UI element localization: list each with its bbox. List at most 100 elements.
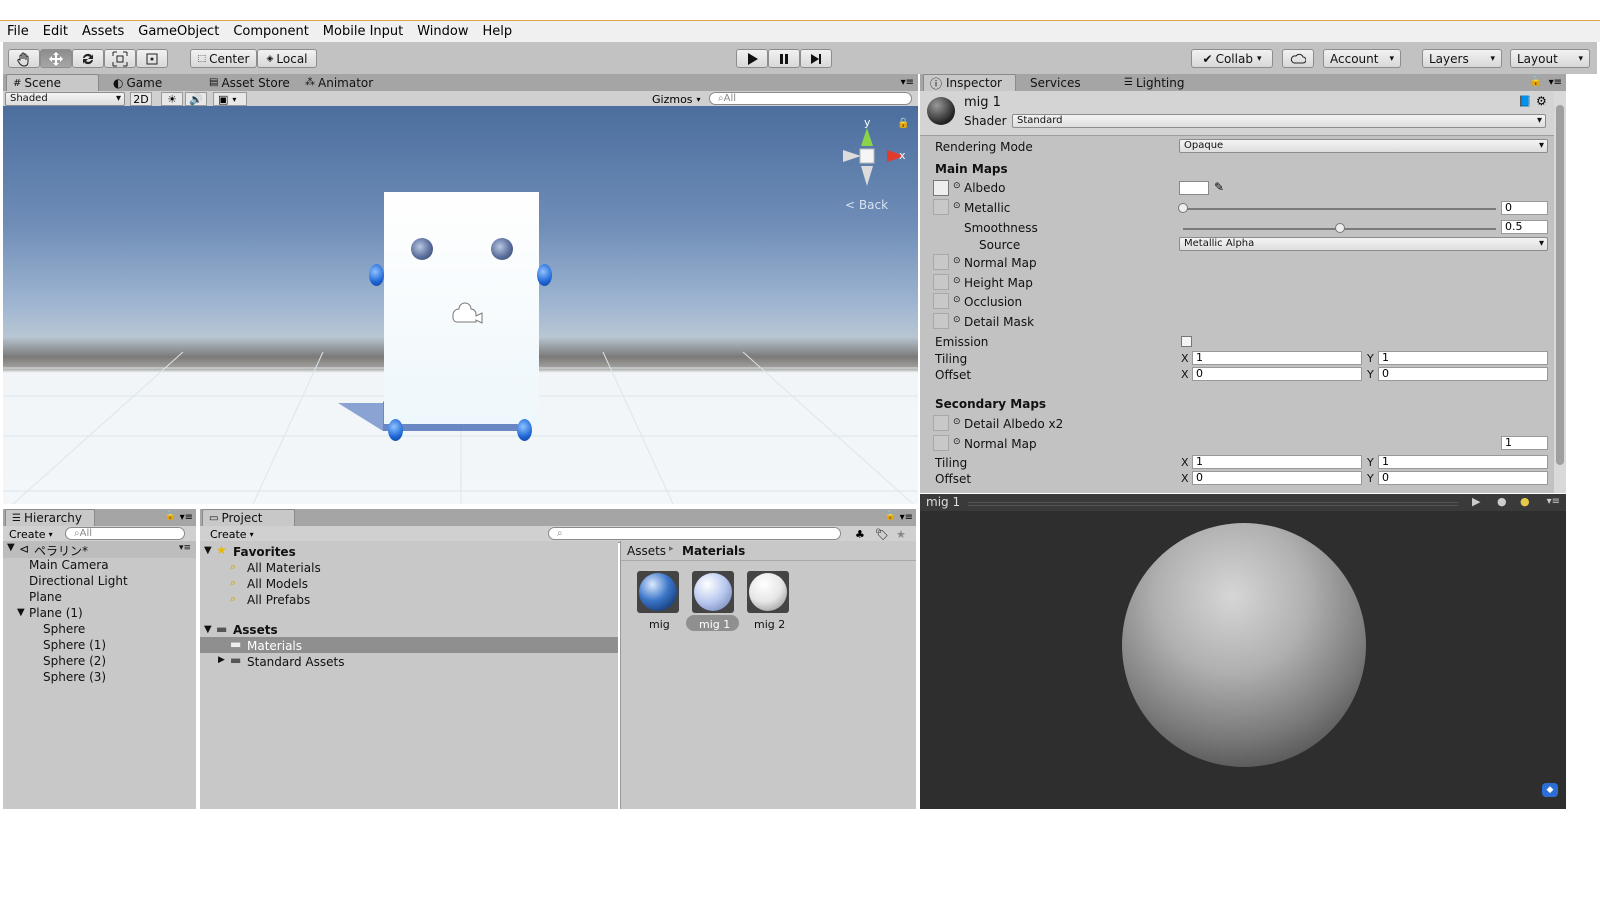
- tab-asset-store[interactable]: ▤ Asset Store: [203, 74, 298, 91]
- menu-assets[interactable]: Assets: [75, 24, 131, 39]
- pause-button[interactable]: [768, 49, 800, 68]
- material-asset-mig[interactable]: [637, 571, 679, 613]
- hierarchy-search-input[interactable]: ⌕All: [65, 527, 185, 540]
- hierarchy-item[interactable]: Sphere (2): [43, 654, 106, 668]
- menu-mobile-input[interactable]: Mobile Input: [316, 24, 410, 39]
- assets-folder-label[interactable]: Assets: [233, 623, 278, 637]
- expand-arrow-icon[interactable]: ▼: [204, 624, 212, 635]
- tab-hierarchy[interactable]: ☰ Hierarchy: [5, 509, 95, 526]
- lock-icon[interactable]: 🔒: [165, 511, 176, 521]
- panel-menu-icon[interactable]: ▾≡: [180, 512, 193, 523]
- audio-toggle[interactable]: 🔊: [185, 92, 207, 106]
- secondary-offset-y-field[interactable]: 0: [1378, 471, 1548, 485]
- tag-icon[interactable]: ◆: [1542, 783, 1558, 797]
- panel-menu-icon[interactable]: ▾≡: [900, 512, 913, 523]
- expand-arrow-icon[interactable]: ▼: [204, 545, 212, 556]
- folder-label[interactable]: Standard Assets: [247, 655, 344, 669]
- gear-icon[interactable]: ⚙: [1536, 94, 1547, 108]
- tab-scene[interactable]: # Scene: [6, 74, 99, 91]
- metallic-slider-track[interactable]: [1183, 208, 1496, 210]
- pivot-local-button[interactable]: ◈ Local: [257, 49, 317, 68]
- material-asset-mig-1[interactable]: [692, 571, 734, 613]
- material-preview[interactable]: ◆: [920, 511, 1566, 809]
- secondary-offset-x-field[interactable]: 0: [1192, 471, 1362, 485]
- menu-help[interactable]: Help: [476, 24, 520, 39]
- metallic-texture-slot[interactable]: [933, 199, 949, 215]
- rendering-mode-dropdown[interactable]: Opaque: [1179, 139, 1548, 153]
- favorite-item[interactable]: All Materials: [247, 561, 321, 575]
- favorite-item[interactable]: All Models: [247, 577, 308, 591]
- hierarchy-item[interactable]: Plane: [29, 590, 62, 604]
- eyedropper-icon[interactable]: ✎: [1214, 180, 1224, 194]
- lock-icon[interactable]: 🔒: [885, 511, 896, 521]
- preview-sphere-icon[interactable]: ●: [1497, 495, 1507, 508]
- cloud-button[interactable]: [1282, 49, 1314, 68]
- target-icon[interactable]: ⊙: [953, 315, 961, 325]
- project-search-input[interactable]: ⌕: [548, 527, 841, 540]
- panel-menu-icon[interactable]: ▾≡: [1549, 77, 1562, 88]
- effects-dropdown[interactable]: ▣ ▾: [213, 92, 247, 106]
- target-icon[interactable]: ⊙: [953, 201, 961, 211]
- detail-albedo-slot[interactable]: [933, 415, 949, 431]
- rect-tool-button[interactable]: [136, 49, 168, 68]
- gizmos-dropdown[interactable]: Gizmos ▾: [648, 92, 703, 106]
- layout-dropdown[interactable]: Layout ▾: [1510, 49, 1590, 68]
- tab-services[interactable]: Services: [1024, 74, 1114, 91]
- account-dropdown[interactable]: Account ▾: [1323, 49, 1401, 68]
- main-offset-y-field[interactable]: 0: [1378, 367, 1548, 381]
- shader-dropdown[interactable]: Standard: [1012, 114, 1546, 128]
- sphere-blue[interactable]: [517, 419, 532, 441]
- material-asset-mig-2[interactable]: [747, 571, 789, 613]
- play-button[interactable]: [736, 49, 768, 68]
- eye-sphere-left[interactable]: [411, 238, 433, 260]
- metallic-value-field[interactable]: 0: [1501, 201, 1548, 215]
- menu-file[interactable]: File: [0, 24, 36, 39]
- pivot-center-button[interactable]: ⬚ Center: [190, 49, 257, 68]
- secondary-tiling-y-field[interactable]: 1: [1378, 455, 1548, 469]
- collab-dropdown[interactable]: ✔ Collab ▾: [1191, 49, 1273, 68]
- target-icon[interactable]: ⊙: [953, 417, 961, 427]
- height-map-slot[interactable]: [933, 274, 949, 290]
- 2d-toggle[interactable]: 2D: [130, 92, 152, 106]
- lock-icon[interactable]: 🔒: [897, 118, 909, 129]
- hand-tool-button[interactable]: [8, 49, 40, 68]
- hierarchy-item[interactable]: Main Camera: [29, 558, 109, 572]
- filter-by-type-icon[interactable]: ♣: [851, 527, 867, 541]
- lock-icon[interactable]: 🔒: [1530, 76, 1542, 87]
- tab-project[interactable]: ▭ Project: [202, 509, 295, 526]
- inspector-scrollbar[interactable]: [1554, 91, 1566, 493]
- lighting-toggle[interactable]: ☀: [161, 92, 183, 106]
- hierarchy-item[interactable]: Sphere: [43, 622, 85, 636]
- main-tiling-y-field[interactable]: 1: [1378, 351, 1548, 365]
- expand-arrow-icon[interactable]: ▼: [7, 542, 15, 553]
- breadcrumb-assets[interactable]: Assets: [627, 544, 666, 558]
- book-icon[interactable]: 📘: [1518, 95, 1532, 108]
- target-icon[interactable]: ⊙: [953, 276, 961, 286]
- rotate-tool-button[interactable]: [72, 49, 104, 68]
- play-preview-icon[interactable]: ▶: [1472, 495, 1480, 508]
- menu-gameobject[interactable]: GameObject: [131, 24, 226, 39]
- metallic-slider-handle[interactable]: [1178, 203, 1188, 213]
- sphere-blue[interactable]: [369, 264, 384, 286]
- hierarchy-item[interactable]: Plane (1): [29, 606, 83, 620]
- menu-edit[interactable]: Edit: [36, 24, 75, 39]
- secondary-tiling-x-field[interactable]: 1: [1192, 455, 1362, 469]
- occlusion-slot[interactable]: [933, 293, 949, 309]
- expand-arrow-icon[interactable]: ▶: [218, 655, 225, 665]
- secondary-normal-scale-field[interactable]: 1: [1501, 436, 1548, 450]
- target-icon[interactable]: ⊙: [953, 295, 961, 305]
- tab-lighting[interactable]: ☰ Lighting: [1118, 74, 1208, 91]
- main-tiling-x-field[interactable]: 1: [1192, 351, 1362, 365]
- tab-animator[interactable]: ⁂ Animator: [299, 74, 389, 91]
- scene-view[interactable]: y x < Back 🔒: [3, 106, 918, 504]
- sphere-blue[interactable]: [537, 264, 552, 286]
- smoothness-value-field[interactable]: 0.5: [1501, 220, 1548, 234]
- tab-inspector[interactable]: ⓘ Inspector: [923, 74, 1016, 91]
- menu-window[interactable]: Window: [410, 24, 475, 39]
- expand-arrow-icon[interactable]: ▼: [17, 607, 25, 618]
- star-icon[interactable]: ★: [892, 527, 908, 541]
- target-icon[interactable]: ⊙: [953, 437, 961, 447]
- scale-tool-button[interactable]: [104, 49, 136, 68]
- main-offset-x-field[interactable]: 0: [1192, 367, 1362, 381]
- step-button[interactable]: [800, 49, 832, 68]
